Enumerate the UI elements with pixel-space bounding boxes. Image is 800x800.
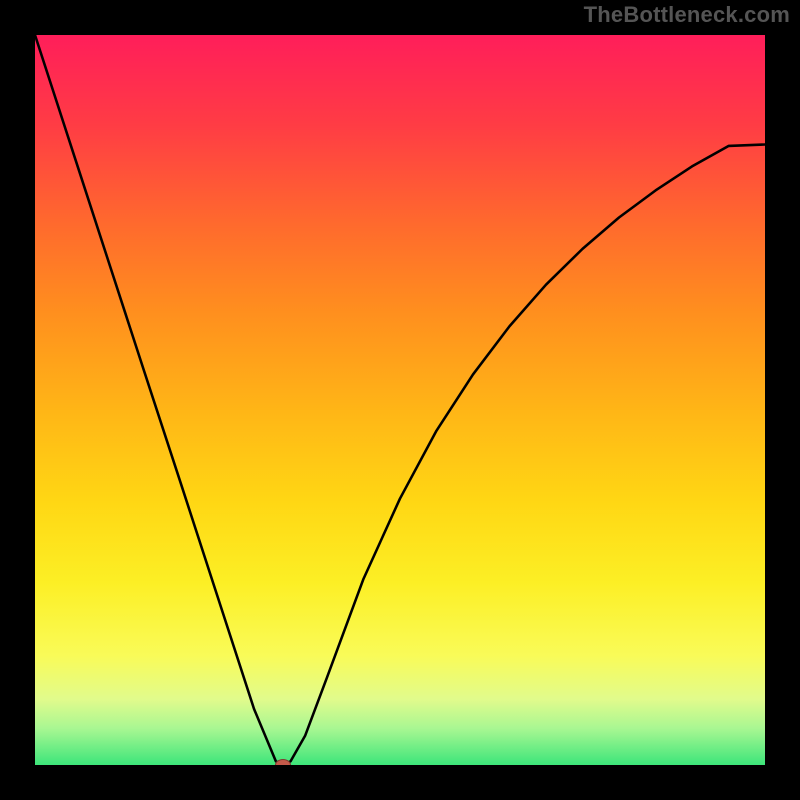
watermark-text: TheBottleneck.com — [584, 2, 790, 28]
chart-frame: TheBottleneck.com — [0, 0, 800, 800]
optimum-marker — [275, 759, 291, 765]
curve-svg — [35, 35, 765, 765]
bottleneck-curve-path — [35, 35, 765, 765]
plot-area — [35, 35, 765, 765]
